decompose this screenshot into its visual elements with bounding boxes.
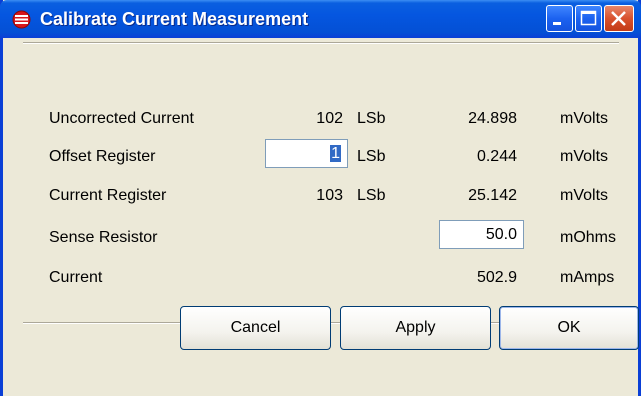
close-button[interactable]: [604, 5, 634, 32]
minimize-button[interactable]: [546, 5, 573, 32]
offset-register-unit: mVolts: [560, 148, 609, 165]
current-unit: mAmps: [560, 269, 615, 286]
cancel-button[interactable]: Cancel: [180, 306, 331, 350]
offset-register-input[interactable]: 1: [265, 139, 348, 168]
current-register-lsb: 103: [316, 187, 343, 204]
dialog-window: Calibrate Current Measurement Uncorrecte…: [0, 0, 641, 396]
minimize-icon: [553, 22, 561, 25]
ok-button[interactable]: OK: [499, 306, 639, 350]
offset-register-value: 1: [330, 145, 341, 162]
offset-register-label: Offset Register: [49, 148, 156, 165]
sense-resistor-label: Sense Resistor: [49, 229, 158, 246]
uncorrected-current-lsb: 102: [316, 110, 343, 127]
sense-resistor-value: 50.0: [485, 226, 517, 243]
current-register-unit: mVolts: [560, 187, 609, 204]
window-title: Calibrate Current Measurement: [40, 9, 309, 29]
current-register-voltage: 25.142: [468, 187, 517, 204]
current-value: 502.9: [476, 269, 517, 286]
maximize-icon: [580, 10, 597, 26]
sense-resistor-unit: mOhms: [560, 229, 616, 246]
current-register-lsb-unit: LSb: [357, 187, 386, 204]
top-divider: [23, 42, 619, 44]
close-icon: [611, 11, 626, 26]
sense-resistor-input[interactable]: 50.0: [439, 220, 524, 249]
offset-register-lsb-unit: LSb: [357, 148, 386, 165]
uncorrected-current-lsb-unit: LSb: [357, 110, 386, 127]
current-label: Current: [49, 269, 103, 286]
apply-button[interactable]: Apply: [340, 306, 491, 350]
current-register-label: Current Register: [49, 187, 167, 204]
offset-register-voltage: 0.244: [476, 148, 517, 165]
title-bar[interactable]: Calibrate Current Measurement: [0, 0, 641, 38]
app-icon: [12, 10, 31, 29]
uncorrected-current-voltage: 24.898: [468, 110, 517, 127]
uncorrected-current-unit: mVolts: [560, 110, 609, 127]
uncorrected-current-label: Uncorrected Current: [49, 110, 194, 127]
maximize-button[interactable]: [575, 5, 602, 32]
